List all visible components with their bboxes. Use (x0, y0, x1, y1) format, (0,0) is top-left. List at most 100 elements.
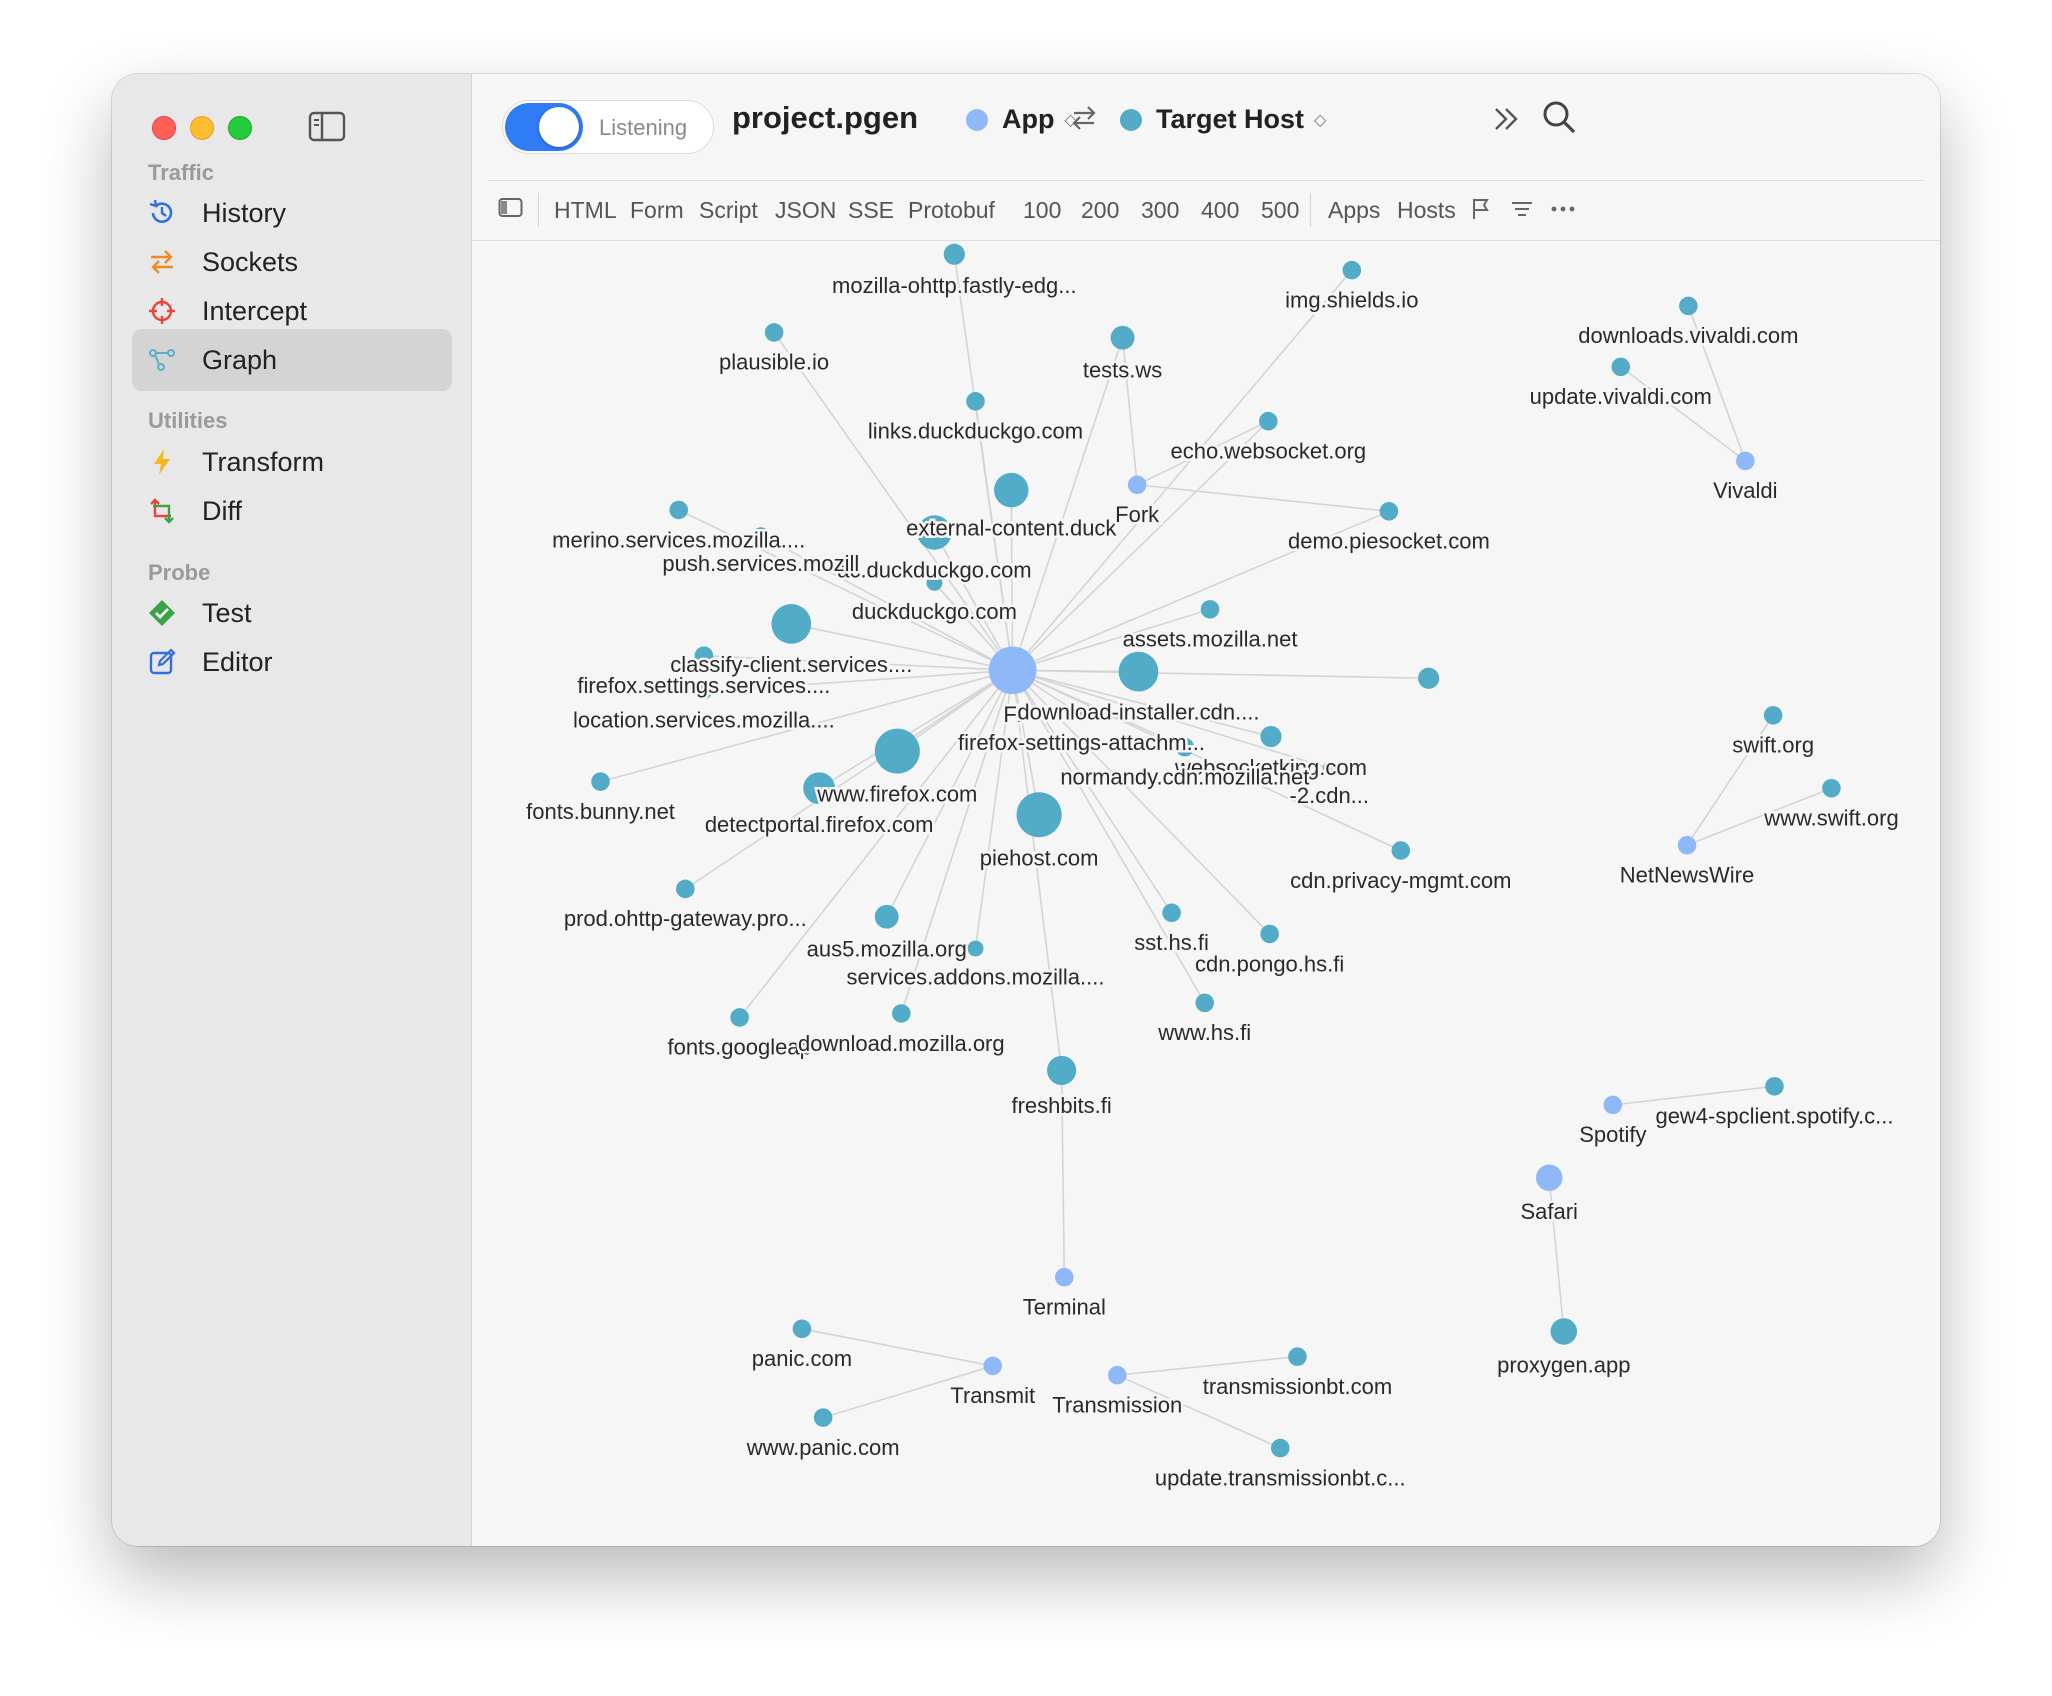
graph-node-freshbits[interactable] (1047, 1055, 1077, 1086)
graph-node-sst-hs[interactable] (1162, 903, 1181, 923)
graph-node-aus5[interactable] (874, 904, 899, 929)
filter-status-100[interactable]: 100 (1023, 197, 1061, 224)
chevron-updown-icon: ◇ (1314, 111, 1327, 129)
graph-node-label: echo.websocket.org (1170, 438, 1366, 463)
graph-node-label: assets.mozilla.net (1123, 627, 1298, 652)
filter-status-300[interactable]: 300 (1141, 197, 1179, 224)
listening-toggle[interactable]: Listening (502, 100, 714, 154)
search-icon[interactable] (1540, 98, 1580, 143)
graph-node-piehost[interactable] (1016, 792, 1062, 838)
graph-edge (1011, 337, 1124, 671)
panel-toggle-icon[interactable] (498, 197, 524, 224)
graph-node-label: external-content.duck (906, 515, 1117, 540)
graph-node-download-installer-2[interactable] (1418, 667, 1440, 689)
app-selector[interactable]: App ◇ (966, 104, 1077, 135)
graph-node-swift-org[interactable] (1763, 706, 1783, 725)
graph-node-update-transmissionbt[interactable] (1270, 1438, 1290, 1458)
graph-node-label: update.vivaldi.com (1530, 384, 1712, 409)
filter-status-400[interactable]: 400 (1201, 197, 1239, 224)
graph-node-label: prod.ohttp-gateway.pro... (564, 906, 807, 931)
network-graph[interactable]: Fimozilla-ohttp.fastly-edg...img.shields… (472, 241, 1940, 1546)
sidebar-item-label: Transform (202, 446, 325, 477)
graph-node-proxygen-app[interactable] (1550, 1318, 1578, 1345)
app-selector-label: App (1002, 104, 1055, 134)
filter-lines-icon[interactable] (1510, 199, 1534, 224)
minimize-window-button[interactable] (190, 116, 214, 140)
graph-node-vivaldi[interactable] (1736, 451, 1755, 471)
graph-node-label: update.transmissionbt.c... (1155, 1465, 1406, 1490)
graph-node-mozilla-ohttp[interactable] (943, 243, 965, 265)
sidebar-item-diff[interactable]: Diff (132, 480, 452, 542)
graph-node-update-vivaldi[interactable] (1611, 357, 1631, 377)
graph-node-fonts-google[interactable] (730, 1008, 749, 1027)
graph-node-spotify[interactable] (1603, 1095, 1623, 1115)
listening-switch[interactable] (505, 103, 583, 151)
flag-icon[interactable] (1470, 197, 1492, 226)
filter-html[interactable]: HTML (554, 197, 617, 224)
filter-form[interactable]: Form (630, 197, 684, 224)
graph-node-gew4-spclient[interactable] (1765, 1077, 1784, 1096)
graph-node-label: plausible.io (719, 350, 829, 375)
graph-node-label: NetNewsWire (1620, 862, 1754, 887)
swap-icon[interactable] (1070, 102, 1098, 139)
graph-node-echo-websocket[interactable] (1259, 411, 1278, 431)
graph-node-plausible[interactable] (764, 323, 784, 342)
graph-node-prod-ohttp[interactable] (676, 879, 695, 899)
more-icon[interactable] (1550, 199, 1576, 224)
history-icon (146, 197, 178, 229)
graph-canvas[interactable]: Fi mozilla-ohttp.fastly-edg... img.shields… (472, 241, 1940, 1546)
graph-node-merino[interactable] (669, 500, 688, 520)
graph-node-label: swift.org (1732, 733, 1814, 758)
graph-node-assets-mozilla[interactable] (1200, 600, 1220, 619)
graph-node-img-shields[interactable] (1342, 260, 1362, 280)
graph-node-download-installer[interactable] (1118, 651, 1159, 692)
graph-node-www-panic[interactable] (813, 1408, 833, 1427)
graph-node-www-swift[interactable] (1822, 778, 1841, 798)
graph-node-cdn-privacy[interactable] (1391, 841, 1411, 860)
graph-node-fork[interactable] (1127, 475, 1147, 495)
filter-protobuf[interactable]: Protobuf (908, 197, 995, 224)
target-host-selector[interactable]: Target Host ◇ (1120, 104, 1326, 135)
graph-node-external-content[interactable] (994, 472, 1029, 508)
graph-node-label: Fork (1115, 502, 1160, 527)
sidebar-item-editor[interactable]: Editor (132, 631, 452, 693)
graph-node-www-firefox[interactable] (874, 728, 920, 774)
graph-node-cdn-pongo[interactable] (1260, 924, 1279, 944)
graph-node-panic[interactable] (792, 1319, 812, 1339)
filter-status-200[interactable]: 200 (1081, 197, 1119, 224)
graph-node-www-hs[interactable] (1195, 993, 1214, 1013)
graph-node-transmission[interactable] (1108, 1365, 1127, 1385)
filter-apps[interactable]: Apps (1328, 197, 1380, 224)
graph-node-classify-client[interactable] (771, 604, 812, 644)
graph-node-demo-piesocket[interactable] (1379, 502, 1399, 521)
sidebar-toggle-icon[interactable] (308, 110, 348, 144)
graph-node-tests-ws[interactable] (1110, 325, 1135, 350)
graph-node-transmit[interactable] (983, 1356, 1002, 1376)
sidebar-item-graph[interactable]: Graph (132, 329, 452, 391)
graph-node-downloads-vivaldi[interactable] (1679, 296, 1698, 316)
filter-script[interactable]: Script (699, 197, 758, 224)
chevron-double-right-icon[interactable] (1490, 104, 1522, 139)
sidebar-item-label: Test (202, 597, 252, 628)
graph-node-transmissionbt[interactable] (1288, 1347, 1307, 1366)
close-window-button[interactable] (152, 116, 176, 140)
zoom-window-button[interactable] (228, 116, 252, 140)
graph-node-label: -2.cdn... (1290, 783, 1369, 808)
graph-node-label: location.services.mozilla.... (573, 707, 835, 732)
graph-node-download-mozilla[interactable] (892, 1004, 911, 1023)
graph-node-fonts-bunny[interactable] (591, 772, 610, 791)
filter-json[interactable]: JSON (775, 197, 836, 224)
target-host-label: Target Host (1156, 104, 1305, 134)
graph-node-services-addons[interactable] (967, 940, 984, 957)
graph-node-label: fonts.bunny.net (526, 799, 675, 824)
graph-node-links-ddg[interactable] (966, 392, 985, 411)
graph-node-terminal[interactable] (1055, 1267, 1074, 1287)
filter-hosts[interactable]: Hosts (1397, 197, 1456, 224)
graph-node-websocketking[interactable] (1260, 725, 1282, 748)
filter-status-500[interactable]: 500 (1261, 197, 1299, 224)
graph-node-safari[interactable] (1535, 1164, 1563, 1192)
graph-node-firefox[interactable] (988, 646, 1037, 695)
graph-node-netnewswire[interactable] (1677, 835, 1697, 855)
graph-node-label: mozilla-ohttp.fastly-edg... (832, 273, 1077, 298)
filter-sse[interactable]: SSE (848, 197, 894, 224)
